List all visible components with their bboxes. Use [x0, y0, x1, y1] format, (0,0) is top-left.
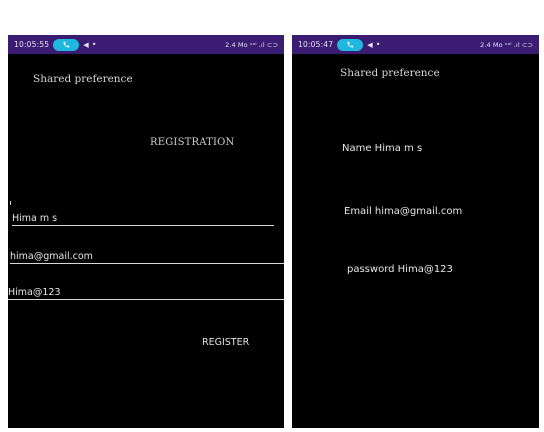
email-field[interactable] [10, 249, 284, 264]
app-title: Shared preference [340, 67, 440, 79]
status-bar: 10:05:47 ◀ • 2.4 Mo ᵛᵒˡ .ıl ⊂⊃ [292, 35, 539, 54]
navigation-arrow-icon: ◀ [367, 40, 373, 49]
stored-password-text: password Hima@123 [347, 264, 453, 275]
status-time: 10:05:47 [298, 40, 334, 49]
stored-name-text: Name Hima m s [342, 143, 423, 154]
text-cursor [10, 201, 11, 205]
phone-icon[interactable] [53, 38, 80, 51]
notification-dot-icon: • [91, 40, 97, 49]
phone-icon[interactable] [337, 38, 364, 51]
navigation-arrow-icon: ◀ [83, 40, 89, 49]
name-field[interactable] [12, 211, 274, 226]
status-indicators: 2.4 Mo ᵛᵒˡ .ıl ⊂⊃ [225, 40, 278, 49]
registration-heading: REGISTRATION [150, 137, 235, 148]
status-time: 10:05:55 [14, 40, 50, 49]
notification-dot-icon: • [375, 40, 381, 49]
result-screen: 10:05:47 ◀ • 2.4 Mo ᵛᵒˡ .ıl ⊂⊃ Shared pr… [292, 35, 539, 428]
registration-screen: 10:05:55 ◀ • 2.4 Mo ᵛᵒˡ .ıl ⊂⊃ Shared pr… [8, 35, 284, 428]
password-field[interactable] [8, 285, 284, 300]
status-bar: 10:05:55 ◀ • 2.4 Mo ᵛᵒˡ .ıl ⊂⊃ [8, 35, 284, 54]
stored-email-text: Email hima@gmail.com [344, 206, 463, 217]
register-button[interactable]: REGISTER [202, 337, 249, 348]
status-indicators: 2.4 Mo ᵛᵒˡ .ıl ⊂⊃ [480, 40, 533, 49]
app-title: Shared preference [33, 73, 133, 85]
